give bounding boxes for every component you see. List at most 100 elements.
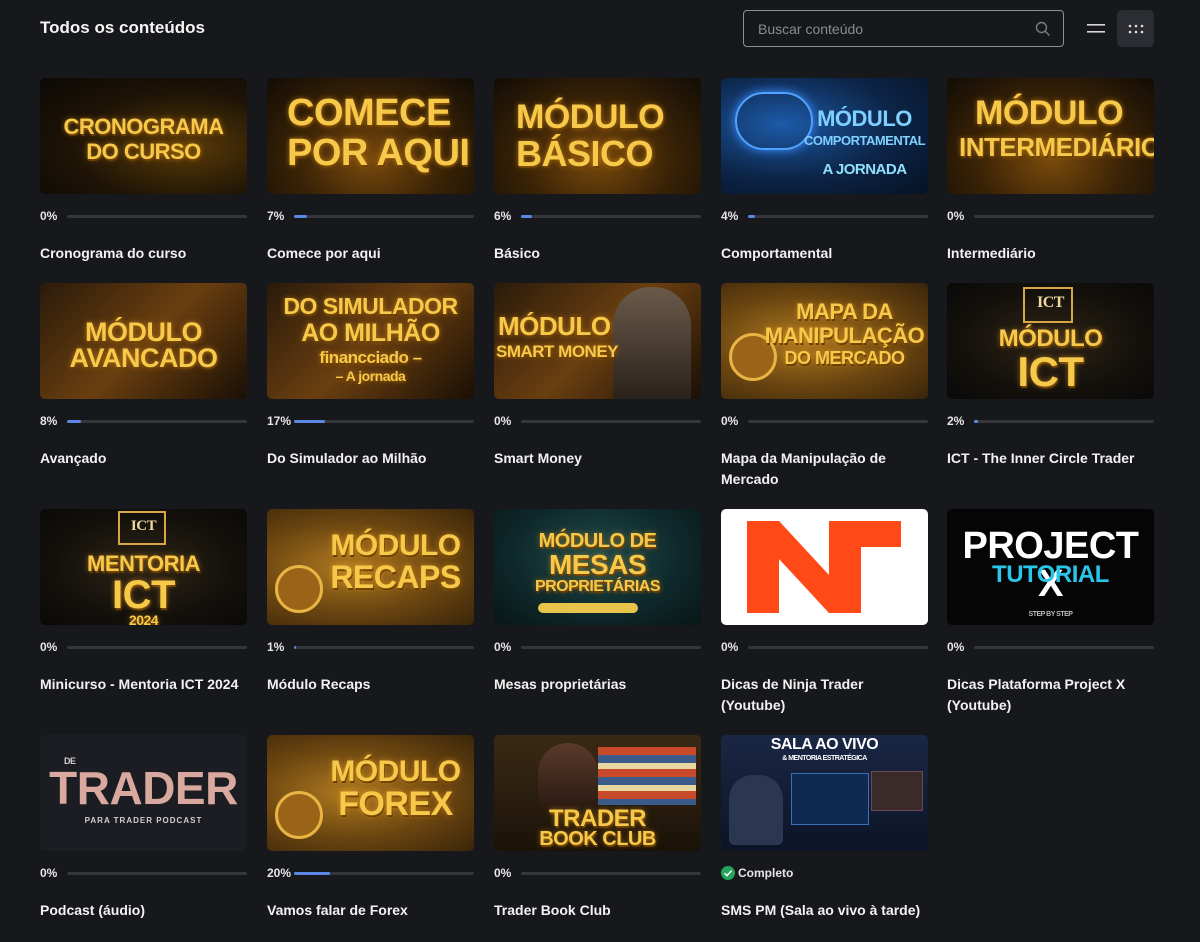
content-card[interactable]: SALA AO VIVO & MENTORIA ESTRATÉGICA Comp… xyxy=(721,735,928,918)
list-view-button[interactable] xyxy=(1080,12,1112,45)
search-box[interactable] xyxy=(743,10,1064,47)
progress-track xyxy=(974,215,1154,218)
card-thumbnail[interactable]: MÓDULO FOREX xyxy=(267,735,474,851)
card-title[interactable]: Cronograma do curso xyxy=(40,243,247,264)
thumbnail-text: MÓDULO xyxy=(330,755,461,788)
card-thumbnail[interactable]: PROJECT X TUTORIAL STEP BY STEP xyxy=(947,509,1154,625)
card-thumbnail[interactable]: MÓDULO AVANCADO xyxy=(40,283,247,399)
content-card[interactable]: MAPA DA MANIPULAÇÃO DO MERCADO 0% Mapa d… xyxy=(721,283,928,487)
content-card[interactable]: TRADER BOOK CLUB 0% Trader Book Club xyxy=(494,735,701,918)
card-thumbnail[interactable]: MÓDULO COMPORTAMENTAL A JORNADA xyxy=(721,78,928,194)
progress-fill xyxy=(974,420,978,423)
thumbnail-text: MÓDULO xyxy=(330,529,461,562)
progress-track xyxy=(294,420,474,423)
content-card[interactable]: MÓDULO INTERMEDIÁRIO 0% Intermediário xyxy=(947,78,1154,261)
card-thumbnail[interactable]: MÓDULO SMART MONEY xyxy=(494,283,701,399)
card-thumbnail[interactable]: MAPA DA MANIPULAÇÃO DO MERCADO xyxy=(721,283,928,399)
card-title[interactable]: Do Simulador ao Milhão xyxy=(267,448,474,469)
card-title[interactable]: Comportamental xyxy=(721,243,928,264)
card-title[interactable]: Avançado xyxy=(40,448,247,469)
progress-track xyxy=(67,215,247,218)
grid-view-button[interactable] xyxy=(1117,10,1154,47)
card-thumbnail[interactable]: MÓDULO INTERMEDIÁRIO xyxy=(947,78,1154,194)
presenter-photo xyxy=(729,775,783,845)
content-card[interactable]: ICT MÓDULO ICT 2% ICT - The Inner Circle… xyxy=(947,283,1154,466)
card-thumbnail[interactable]: MÓDULO RECAPS xyxy=(267,509,474,625)
progress-fill xyxy=(294,646,296,649)
content-card[interactable]: MÓDULO DE MESAS PROPRIETÁRIAS 0% Mesas p… xyxy=(494,509,701,692)
thumbnail-text: MÓDULO xyxy=(817,106,912,131)
card-thumbnail[interactable]: DO SIMULADOR AO MILHÃO financciado – – A… xyxy=(267,283,474,399)
thumbnail-text: & MENTORIA ESTRATÉGICA xyxy=(782,755,867,762)
content-card[interactable]: MÓDULO COMPORTAMENTAL A JORNADA 4% Compo… xyxy=(721,78,928,261)
thumbnail-text: PARA TRADER PODCAST xyxy=(84,816,203,825)
progress-percent: 0% xyxy=(40,640,58,654)
card-title[interactable]: Dicas Plataforma Project X (Youtube) xyxy=(947,674,1154,716)
content-card[interactable]: DE TRADER PARA TRADER PODCAST 0% Podcast… xyxy=(40,735,247,918)
content-card[interactable]: PROJECT X TUTORIAL STEP BY STEP 0% Dicas… xyxy=(947,509,1154,713)
card-title[interactable]: Vamos falar de Forex xyxy=(267,900,474,921)
card-title[interactable]: Intermediário xyxy=(947,243,1154,264)
host-photo xyxy=(538,743,598,809)
card-title[interactable]: Minicurso - Mentoria ICT 2024 xyxy=(40,674,247,695)
progress-bar: 4% xyxy=(721,209,928,223)
ninjatrader-logo-icon xyxy=(747,521,901,613)
progress-bar: 7% xyxy=(267,209,474,223)
progress-percent: 0% xyxy=(40,866,58,880)
card-title[interactable]: Mesas proprietárias xyxy=(494,674,701,695)
card-thumbnail[interactable]: TRADER BOOK CLUB xyxy=(494,735,701,851)
progress-bar: 0% xyxy=(40,209,247,223)
progress-bar: 20% xyxy=(267,866,474,880)
card-thumbnail[interactable]: ICT MENTORIA ICT 2024 xyxy=(40,509,247,625)
card-title[interactable]: Comece por aqui xyxy=(267,243,474,264)
card-thumbnail[interactable]: SALA AO VIVO & MENTORIA ESTRATÉGICA xyxy=(721,735,928,851)
thumbnail-text: MÓDULO DE xyxy=(538,530,657,552)
content-card[interactable]: MÓDULO RECAPS 1% Módulo Recaps xyxy=(267,509,474,692)
progress-percent: 20% xyxy=(267,866,292,880)
progress-bar: 0% xyxy=(40,866,247,880)
progress-percent: 1% xyxy=(267,640,285,654)
gold-bar-graphic xyxy=(538,603,638,613)
card-thumbnail[interactable]: CRONOGRAMA DO CURSO xyxy=(40,78,247,194)
card-title[interactable]: ICT - The Inner Circle Trader xyxy=(947,448,1154,469)
progress-fill xyxy=(521,215,532,218)
thumbnail-text: DO SIMULADOR xyxy=(283,293,458,319)
progress-fill xyxy=(294,420,325,423)
progress-fill xyxy=(294,215,307,218)
thumbnail-text: RECAPS xyxy=(330,559,461,595)
card-title[interactable]: Podcast (áudio) xyxy=(40,900,247,921)
search-icon[interactable] xyxy=(1035,21,1051,37)
progress-percent: 0% xyxy=(721,414,739,428)
content-card[interactable]: MÓDULO AVANCADO 8% Avançado xyxy=(40,283,247,466)
progress-track xyxy=(294,646,474,649)
card-title[interactable]: Smart Money xyxy=(494,448,701,469)
search-input[interactable] xyxy=(758,11,1028,46)
progress-track xyxy=(521,215,701,218)
card-title[interactable]: Mapa da Manipulação de Mercado xyxy=(721,448,928,490)
card-thumbnail[interactable]: MÓDULO BÁSICO xyxy=(494,78,701,194)
card-thumbnail[interactable]: MÓDULO DE MESAS PROPRIETÁRIAS xyxy=(494,509,701,625)
content-card[interactable]: CRONOGRAMA DO CURSO 0% Cronograma do cur… xyxy=(40,78,247,261)
progress-bar: 8% xyxy=(40,414,247,428)
thumbnail-text: A JORNADA xyxy=(822,161,907,178)
card-thumbnail[interactable] xyxy=(721,509,928,625)
card-title[interactable]: SMS PM (Sala ao vivo à tarde) xyxy=(721,900,928,921)
thumbnail-text: BÁSICO xyxy=(516,133,654,174)
card-title[interactable]: Básico xyxy=(494,243,701,264)
content-card[interactable]: ICT MENTORIA ICT 2024 0% Minicurso - Men… xyxy=(40,509,247,692)
content-card[interactable]: COMECE POR AQUI 7% Comece por aqui xyxy=(267,78,474,261)
card-title[interactable]: Dicas de Ninja Trader (Youtube) xyxy=(721,674,928,716)
content-card[interactable]: 0% Dicas de Ninja Trader (Youtube) xyxy=(721,509,928,713)
content-card[interactable]: MÓDULO BÁSICO 6% Básico xyxy=(494,78,701,261)
card-thumbnail[interactable]: DE TRADER PARA TRADER PODCAST xyxy=(40,735,247,851)
content-card[interactable]: DO SIMULADOR AO MILHÃO financciado – – A… xyxy=(267,283,474,466)
card-thumbnail[interactable]: COMECE POR AQUI xyxy=(267,78,474,194)
progress-percent: 8% xyxy=(40,414,58,428)
thumbnail-text: TUTORIAL xyxy=(992,561,1109,588)
card-title[interactable]: Módulo Recaps xyxy=(267,674,474,695)
content-card[interactable]: MÓDULO FOREX 20% Vamos falar de Forex xyxy=(267,735,474,918)
content-card[interactable]: MÓDULO SMART MONEY 0% Smart Money xyxy=(494,283,701,466)
progress-bar: 0% xyxy=(721,414,928,428)
card-thumbnail[interactable]: ICT MÓDULO ICT xyxy=(947,283,1154,399)
card-title[interactable]: Trader Book Club xyxy=(494,900,701,921)
